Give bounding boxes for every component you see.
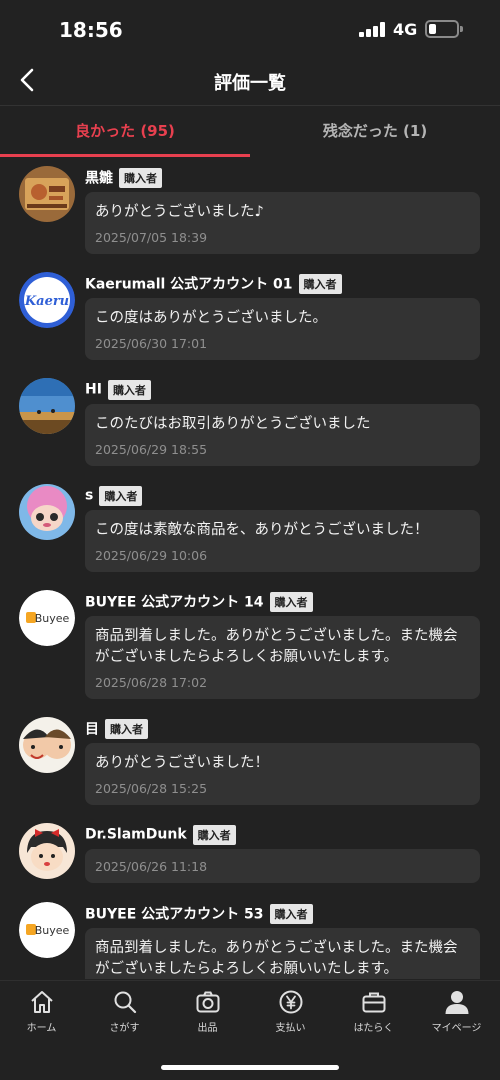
reviewer-info[interactable]: Kaerumall 公式アカウント 01 購入者	[85, 273, 342, 295]
reviewer-info[interactable]: 目購入者	[85, 718, 148, 740]
tab-bar-search[interactable]: さがす	[83, 989, 166, 1034]
avatar-logo-text: Buyee	[35, 924, 70, 937]
reviewer-name: 黒雛	[85, 170, 113, 187]
review-bubble: ありがとうございました♪ 2025/07/05 18:39	[85, 192, 480, 254]
landscape-avatar[interactable]	[19, 378, 75, 434]
review-bubble: 2025/06/26 11:18	[85, 849, 480, 883]
doll-avatar[interactable]	[19, 484, 75, 540]
rating-tabs: 良かった (95) 残念だった (1)	[0, 107, 500, 157]
status-bar: 18:56 4G	[0, 0, 500, 58]
buyer-badge: 購入者	[192, 824, 236, 845]
page-title: 評価一覧	[214, 73, 286, 94]
avatar-logo-text: Buyee	[35, 612, 70, 625]
review-date: 2025/06/30 17:01	[95, 336, 208, 351]
review-date: 2025/06/28 17:02	[95, 675, 208, 690]
battery-icon	[425, 20, 459, 38]
buyer-badge: 購入者	[107, 379, 151, 400]
reviewer-info[interactable]: BUYEE 公式アカウント 53 購入者	[85, 903, 313, 925]
review-comment: このたびはお取引ありがとうございました	[95, 416, 371, 432]
tab-bar-label: マイページ	[431, 1023, 482, 1034]
buyer-badge: 購入者	[269, 591, 313, 612]
reviewer-info[interactable]: Dr.SlamDunk 購入者	[85, 824, 236, 846]
reviewer-name: Kaerumall 公式アカウント 01	[85, 276, 293, 293]
cartoon-avatar[interactable]	[19, 717, 75, 773]
network-type: 4G	[393, 20, 418, 39]
battery-tip	[460, 26, 463, 32]
review-date: 2025/06/28 15:25	[95, 781, 208, 796]
tab-bar-mypage[interactable]: マイページ	[415, 989, 498, 1034]
review-list[interactable]: 黒雛 購入者 ありがとうございました♪ 2025/07/05 18:39 Kaer…	[0, 157, 500, 979]
reviewer-name: BUYEE 公式アカウント 53	[85, 906, 264, 923]
tab-bar-payment[interactable]: 支払い	[249, 989, 332, 1034]
buyer-badge: 購入者	[99, 485, 143, 506]
tab-good-ratings[interactable]: 良かった (95)	[0, 107, 250, 157]
reviewer-name: Dr.SlamDunk	[85, 826, 187, 843]
home-icon	[30, 991, 53, 1013]
character-avatar[interactable]	[19, 823, 75, 879]
buyer-badge: 購入者	[105, 718, 148, 739]
reviewer-info[interactable]: 黒雛 購入者	[85, 167, 162, 189]
review-comment: この度はありがとうございました。	[95, 310, 327, 326]
reviewer-info[interactable]: s 購入者	[85, 485, 143, 507]
tab-bar-label: 支払い	[275, 1023, 306, 1034]
reviewer-info[interactable]: HI 購入者	[85, 379, 151, 401]
review-bubble: このたびはお取引ありがとうございました 2025/06/29 18:55	[85, 404, 480, 466]
review-date: 2025/07/05 18:39	[95, 230, 208, 245]
briefcase-icon	[362, 992, 385, 1013]
person-icon	[445, 991, 468, 1014]
tab-bar-label: はたらく	[353, 1023, 394, 1034]
buyee-logo-avatar[interactable]: Buyee	[19, 590, 75, 646]
tab-bar-home[interactable]: ホーム	[0, 989, 83, 1034]
review-comment: 商品到着しました。ありがとうございました。また機会がございましたらよろしくお願い…	[95, 628, 458, 665]
review-bubble: この度は素敵な商品を、ありがとうございました！ 2025/06/29 10:06	[85, 510, 480, 572]
reviewer-name: s	[85, 487, 94, 504]
review-date: 2025/06/26 11:18	[95, 859, 208, 874]
nav-header: 評価一覧	[0, 58, 500, 106]
buyer-badge: 購入者	[119, 167, 162, 188]
review-comment: 商品到着しました。ありがとうございました。また機会がございましたらよろしくお願い…	[95, 940, 458, 977]
review-bubble: ありがとうございました！ 2025/06/28 15:25	[85, 743, 480, 805]
review-bubble: 商品到着しました。ありがとうございました。また機会がございましたらよろしくお願い…	[85, 928, 480, 979]
review-comment: この度は素敵な商品を、ありがとうございました！	[95, 522, 429, 538]
buyer-badge: 購入者	[298, 273, 342, 294]
review-bubble: 商品到着しました。ありがとうございました。また機会がございましたらよろしくお願い…	[85, 616, 480, 699]
review-comment: ありがとうございました♪	[95, 204, 264, 220]
avatar-logo-text: Kaeru	[24, 294, 69, 309]
buyer-badge: 購入者	[269, 903, 313, 924]
kaeru-logo-avatar[interactable]: Kaeru	[19, 272, 75, 328]
reviewer-name: 目	[85, 721, 99, 738]
tab-bar-work[interactable]: はたらく	[332, 989, 415, 1034]
reviewer-name: HI	[85, 381, 102, 398]
home-indicator	[161, 1065, 339, 1070]
reviewer-name: BUYEE 公式アカウント 14	[85, 594, 264, 611]
signal-icon	[359, 22, 385, 37]
review-bubble: この度はありがとうございました。 2025/06/30 17:01	[85, 298, 480, 360]
tab-bar-label: 出品	[197, 1023, 218, 1034]
buyee-logo-avatar[interactable]: Buyee	[19, 902, 75, 958]
review-comment: ありがとうございました！	[95, 755, 269, 771]
review-date: 2025/06/29 18:55	[95, 442, 208, 457]
tab-bar-sell[interactable]: 出品	[166, 989, 249, 1034]
search-icon	[114, 991, 136, 1014]
reviewer-info[interactable]: BUYEE 公式アカウント 14 購入者	[85, 591, 313, 613]
status-time: 18:56	[59, 18, 123, 42]
review-date: 2025/06/29 10:06	[95, 548, 208, 563]
camera-icon	[196, 991, 219, 1013]
tab-bar-label: ホーム	[26, 1023, 57, 1034]
tab-bar-label: さがす	[109, 1023, 140, 1034]
yen-icon	[279, 990, 302, 1014]
tab-bad-ratings[interactable]: 残念だった (1)	[250, 107, 500, 157]
photo-avatar[interactable]	[19, 166, 75, 222]
